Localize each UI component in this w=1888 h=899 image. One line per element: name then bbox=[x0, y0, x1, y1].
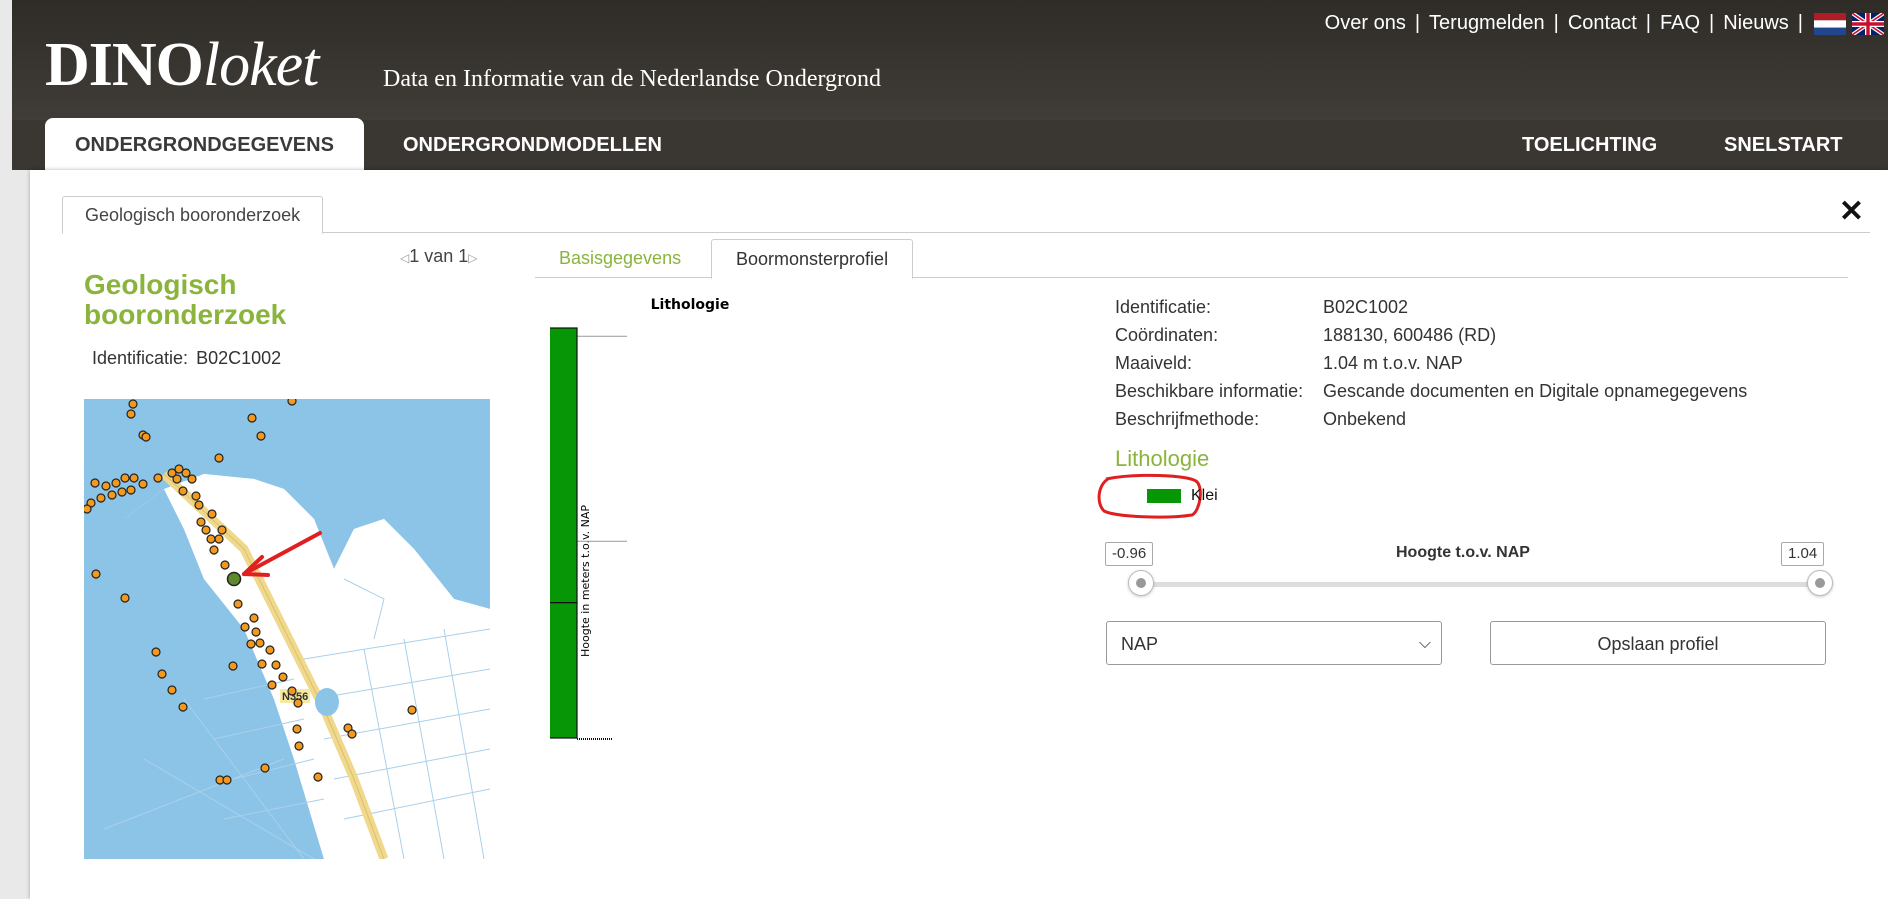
chevron-down-icon: ⌵ bbox=[1418, 635, 1431, 652]
tab-boormonsterprofiel[interactable]: Boormonsterprofiel bbox=[711, 239, 914, 279]
info-value: 1.04 m t.o.v. NAP bbox=[1323, 353, 1463, 373]
panel-tab-geologisch-booronderzoek[interactable]: Geologisch booronderzoek bbox=[62, 196, 324, 234]
logo-italic: loket bbox=[202, 31, 319, 99]
link-terugmelden[interactable]: Terugmelden bbox=[1429, 12, 1545, 35]
pager: ◁1 van 1▷ bbox=[400, 246, 478, 267]
reference-select-value: NAP bbox=[1121, 634, 1159, 654]
info-label: Coördinaten: bbox=[1115, 325, 1219, 345]
pager-label: 1 van 1 bbox=[409, 246, 469, 266]
chart-title: Lithologie bbox=[651, 297, 730, 313]
nav-tab-ondergrondgegevens[interactable]: ONDERGRONDGEGEVENS bbox=[45, 118, 364, 172]
close-icon[interactable]: ✕ bbox=[1839, 194, 1864, 229]
info-value: Gescande documenten en Digitale opnamege… bbox=[1323, 381, 1748, 401]
lithology-legend: Klei bbox=[1102, 477, 1228, 515]
link-faq[interactable]: FAQ bbox=[1660, 12, 1700, 35]
info-label: Beschrijfmethode: bbox=[1115, 409, 1260, 429]
lithology-segment-klei[interactable] bbox=[550, 327, 578, 604]
lithology-segment-klei[interactable] bbox=[550, 602, 578, 739]
site-header: DINOloket Data en Informatie van de Nede… bbox=[12, 0, 1888, 120]
slider-min-handle[interactable] bbox=[1128, 570, 1154, 596]
lithology-heading: Lithologie bbox=[1115, 446, 1210, 471]
site-tagline: Data en Informatie van de Nederlandse On… bbox=[383, 66, 882, 92]
separator: | bbox=[1645, 12, 1651, 34]
info-label: Identificatie: bbox=[1115, 297, 1212, 317]
tab-basisgegevens[interactable]: Basisgegevens bbox=[535, 239, 705, 277]
save-profile-button[interactable]: Opslaan profiel bbox=[1490, 621, 1826, 665]
link-contact[interactable]: Contact bbox=[1568, 12, 1637, 35]
id-value: B02C1002 bbox=[196, 348, 282, 368]
info-value: B02C1002 bbox=[1323, 297, 1409, 317]
selected-borehole-marker[interactable] bbox=[226, 571, 242, 587]
location-map[interactable]: N356 bbox=[84, 399, 490, 859]
next-arrow-icon[interactable]: ▷ bbox=[468, 251, 477, 265]
info-value: 188130, 600486 (RD) bbox=[1323, 325, 1497, 345]
nav-tab-toelichting[interactable]: TOELICHTING bbox=[1522, 120, 1657, 170]
link-over-ons[interactable]: Over ons bbox=[1325, 12, 1406, 35]
logo-bold: DINO bbox=[45, 31, 204, 99]
result-title: Geologisch booronderzoek bbox=[84, 269, 287, 330]
separator: | bbox=[1709, 12, 1715, 34]
chart-y-axis-label: Hoogte in meters t.o.v. NAP bbox=[579, 505, 592, 657]
nav-tab-snelstart[interactable]: SNELSTART bbox=[1724, 120, 1843, 170]
top-links: Over ons | Terugmelden | Contact | FAQ |… bbox=[1325, 12, 1884, 35]
separator: | bbox=[1553, 12, 1559, 34]
klei-swatch bbox=[1147, 489, 1181, 503]
info-label: Maaiveld: bbox=[1115, 353, 1193, 373]
link-nieuws[interactable]: Nieuws bbox=[1723, 12, 1789, 35]
uk-flag-icon[interactable] bbox=[1852, 12, 1884, 35]
dutch-flag-icon[interactable] bbox=[1814, 12, 1846, 35]
slider-max-value[interactable]: 1.04 bbox=[1781, 542, 1825, 566]
separator: | bbox=[1797, 12, 1803, 34]
legend-label-klei: Klei bbox=[1191, 487, 1218, 504]
slider-min-value[interactable]: -0.96 bbox=[1105, 542, 1154, 566]
info-label: Beschikbare informatie: bbox=[1115, 381, 1304, 401]
info-value: Onbekend bbox=[1323, 409, 1407, 429]
result-panel: Geologisch booronderzoek ✕ ◁1 van 1▷ Geo… bbox=[30, 170, 1888, 899]
separator: | bbox=[1414, 12, 1421, 34]
reference-level-select[interactable]: NAP ⌵ bbox=[1106, 621, 1442, 665]
dinoloket-logo[interactable]: DINOloket bbox=[45, 30, 319, 100]
prev-arrow-icon[interactable]: ◁ bbox=[400, 251, 409, 265]
main-nav: ONDERGRONDGEGEVENS ONDERGRONDMODELLEN TO… bbox=[12, 118, 1888, 172]
panel-tab-divider bbox=[64, 232, 1870, 233]
slider-max-handle[interactable] bbox=[1807, 570, 1833, 596]
height-range-slider[interactable] bbox=[1130, 582, 1820, 587]
lithology-chart: Lithologie Hoogte in meters t.o.v. NAP 1… bbox=[550, 297, 730, 740]
slider-label: Hoogte t.o.v. NAP bbox=[1396, 544, 1530, 561]
result-identification: Identificatie: B02C1002 bbox=[92, 348, 281, 369]
nav-tab-ondergrondmodellen[interactable]: ONDERGRONDMODELLEN bbox=[403, 120, 662, 170]
id-label: Identificatie: bbox=[92, 348, 189, 368]
